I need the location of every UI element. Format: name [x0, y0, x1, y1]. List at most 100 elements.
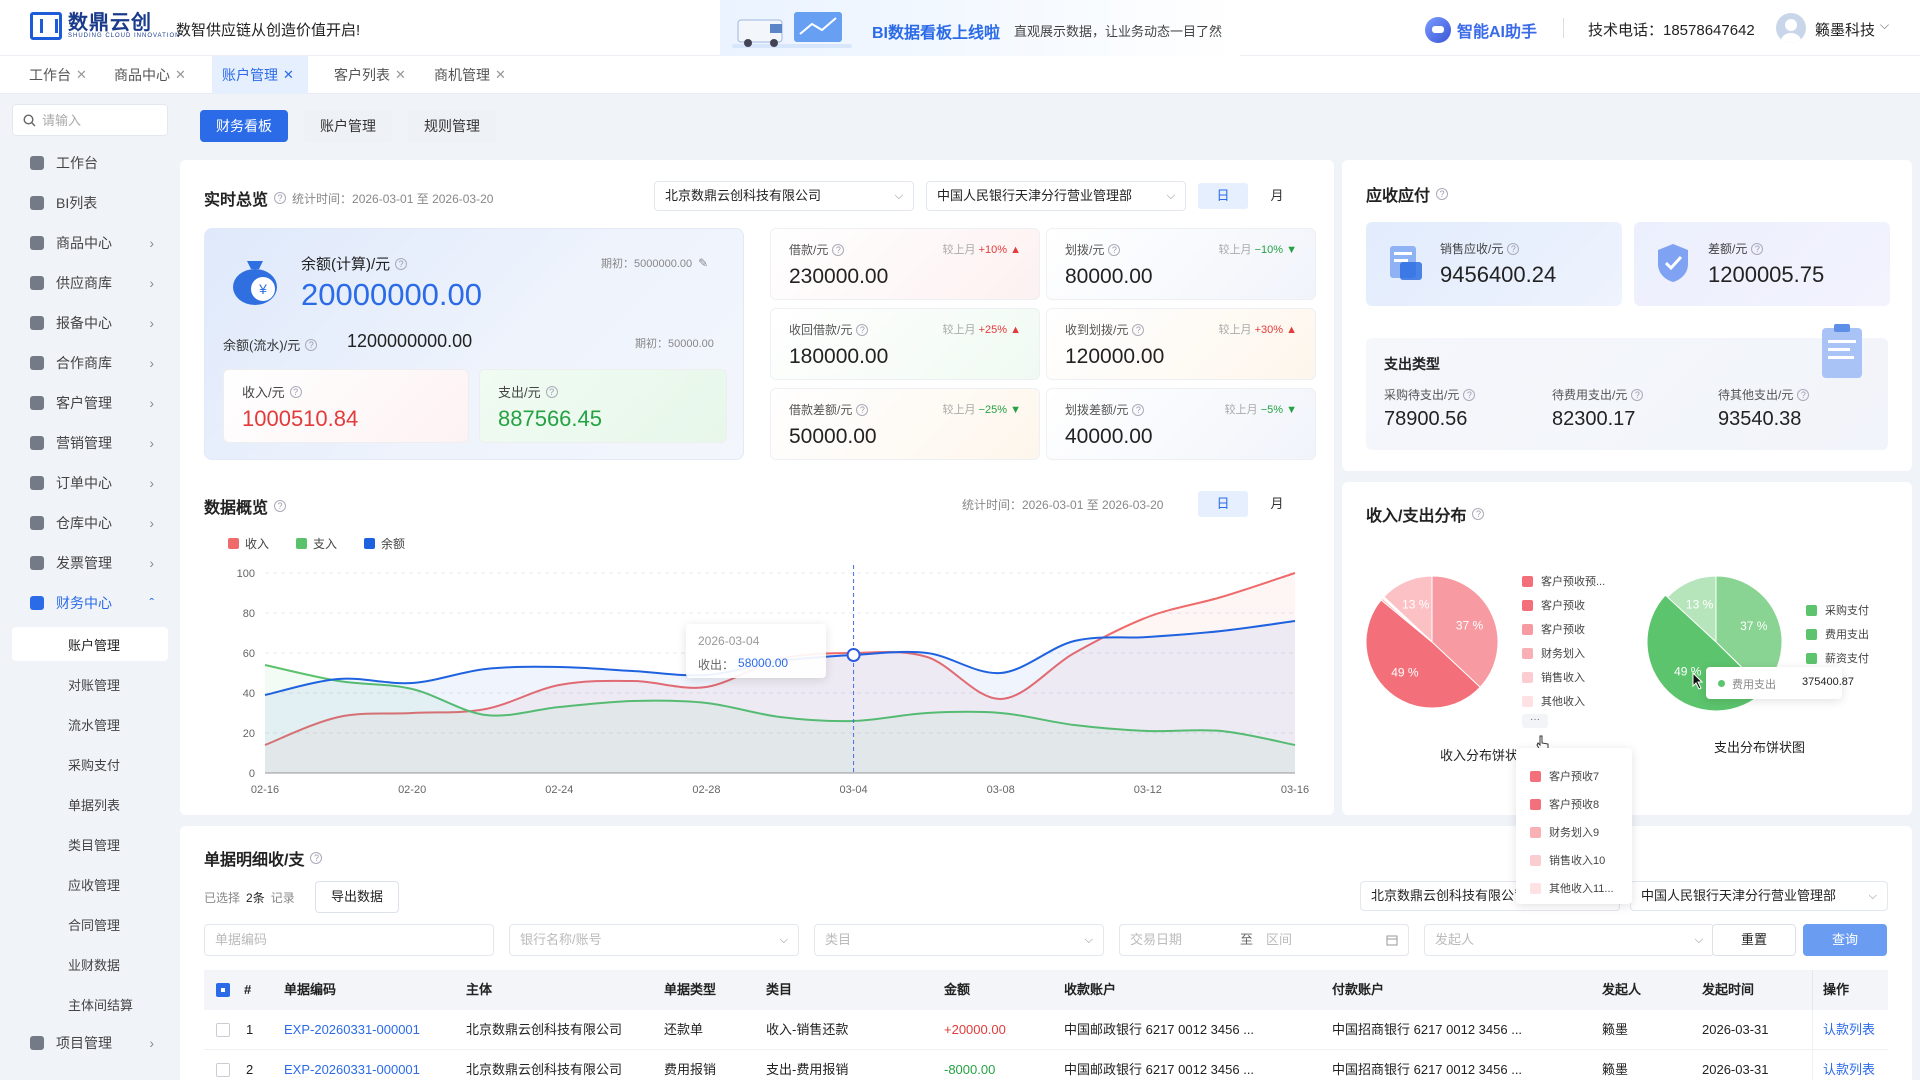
- sidebar-item-customer[interactable]: 客户管理 ›: [12, 386, 168, 420]
- logo[interactable]: 数鼎云创 SHUDING CLOUD INNOVATION: [30, 12, 180, 40]
- user-name[interactable]: 籁墨科技: [1815, 19, 1875, 40]
- search-input[interactable]: [42, 112, 152, 128]
- sidebar-item-warehouse[interactable]: 仓库中心 ›: [12, 506, 168, 540]
- income-legend-item[interactable]: 客户预收: [1522, 597, 1585, 613]
- ai-assistant-button[interactable]: 智能AI助手: [1425, 17, 1537, 43]
- help-icon[interactable]: ?: [832, 243, 845, 256]
- help-icon[interactable]: ?: [305, 338, 318, 351]
- initiator-select[interactable]: 发起人 ⌵: [1424, 924, 1714, 956]
- tab-opportunity[interactable]: 商机管理 ✕: [424, 56, 516, 94]
- sidebar-item-supplier[interactable]: 供应商库 ›: [12, 266, 168, 300]
- row-action-link[interactable]: 认款列表: [1812, 1010, 1875, 1050]
- close-icon[interactable]: ✕: [76, 56, 87, 94]
- sidebar-item-project[interactable]: 项目管理 ›: [12, 1026, 168, 1060]
- bi-banner[interactable]: BI数据看板上线啦 直观展示数据，让业务动态一目了然: [720, 0, 1240, 56]
- sidebar-subitem-receivable[interactable]: 应收管理: [12, 867, 168, 901]
- help-icon[interactable]: ?: [395, 257, 408, 270]
- help-icon[interactable]: ?: [1472, 508, 1485, 520]
- help-icon[interactable]: ?: [1108, 243, 1121, 256]
- legend-item-income[interactable]: 收入: [228, 535, 269, 552]
- tab-rules[interactable]: 规则管理: [408, 110, 496, 142]
- sidebar-item-invoice[interactable]: 发票管理 ›: [12, 546, 168, 580]
- income-legend-item[interactable]: 销售收入: [1522, 669, 1585, 685]
- expense-legend-item[interactable]: 费用支出: [1806, 626, 1869, 642]
- popup-legend-item[interactable]: 客户预收7: [1530, 768, 1599, 784]
- chart-month-button[interactable]: 月: [1252, 491, 1302, 517]
- bank-select[interactable]: 中国人民银行天津分行营业管理部 ⌵: [926, 181, 1186, 211]
- chart-day-button[interactable]: 日: [1198, 491, 1248, 517]
- sidebar-subitem-flow[interactable]: 流水管理: [12, 707, 168, 741]
- popup-legend-item[interactable]: 其他收入11...: [1530, 880, 1614, 896]
- help-icon[interactable]: ?: [1751, 242, 1764, 255]
- sidebar-search[interactable]: [12, 104, 168, 136]
- help-icon[interactable]: ?: [856, 403, 869, 416]
- table-row[interactable]: 1 EXP-20260331-000001 北京数鼎云创科技有限公司 还款单 收…: [204, 1010, 1888, 1050]
- legend-item-balance[interactable]: 余额: [364, 535, 405, 552]
- income-legend-item[interactable]: 财务划入: [1522, 645, 1585, 661]
- help-icon[interactable]: ?: [310, 852, 323, 864]
- help-icon[interactable]: ?: [1631, 388, 1644, 401]
- sidebar-subitem-biz-finance[interactable]: 业财数据: [12, 947, 168, 981]
- help-icon[interactable]: ?: [274, 500, 287, 512]
- close-icon[interactable]: ✕: [395, 56, 406, 94]
- select-all-checkbox[interactable]: [216, 983, 230, 997]
- tab-product-center[interactable]: 商品中心 ✕: [104, 56, 196, 94]
- help-icon[interactable]: ?: [1463, 388, 1476, 401]
- income-legend-item[interactable]: 客户预收预...: [1522, 573, 1605, 589]
- legend-item-in[interactable]: 支入: [296, 535, 337, 552]
- avatar[interactable]: [1776, 13, 1806, 43]
- sidebar-item-product-center[interactable]: 商品中心 ›: [12, 226, 168, 260]
- income-legend-item[interactable]: 其他收入: [1522, 693, 1585, 709]
- query-button[interactable]: 查询: [1803, 924, 1887, 956]
- period-day-button[interactable]: 日: [1198, 183, 1248, 209]
- close-icon[interactable]: ✕: [495, 56, 506, 94]
- chevron-down-icon[interactable]: ⌵: [1880, 18, 1889, 33]
- doc-code-link[interactable]: EXP-20260331-000001: [284, 1010, 420, 1050]
- help-icon[interactable]: ?: [274, 192, 287, 204]
- help-icon[interactable]: ?: [1132, 323, 1145, 336]
- help-icon[interactable]: ?: [1797, 388, 1810, 401]
- close-icon[interactable]: ✕: [283, 56, 294, 94]
- help-icon[interactable]: ?: [545, 385, 558, 398]
- expense-legend-item[interactable]: 薪资支付: [1806, 650, 1869, 666]
- sidebar-item-report[interactable]: 报备中心 ›: [12, 306, 168, 340]
- edit-icon[interactable]: ✎: [698, 256, 708, 270]
- help-icon[interactable]: ?: [856, 323, 869, 336]
- sidebar-subitem-category[interactable]: 类目管理: [12, 827, 168, 861]
- tab-workbench[interactable]: 工作台 ✕: [19, 56, 97, 94]
- table-row[interactable]: 2 EXP-20260331-000001 北京数鼎云创科技有限公司 费用报销 …: [204, 1050, 1888, 1080]
- tab-finance-board[interactable]: 财务看板: [200, 110, 288, 142]
- popup-legend-item[interactable]: 客户预收8: [1530, 796, 1599, 812]
- close-icon[interactable]: ✕: [175, 56, 186, 94]
- sidebar-subitem-account[interactable]: 账户管理: [12, 627, 168, 661]
- line-chart[interactable]: 0 20 40 60 80 100 02-16 02-20 02-24 02-28 03-04 03-…: [200, 555, 1320, 805]
- row-action-link[interactable]: 认款列表: [1812, 1050, 1875, 1080]
- sidebar-subitem-purchase-pay[interactable]: 采购支付: [12, 747, 168, 781]
- tab-account-management[interactable]: 账户管理 ✕: [212, 56, 308, 94]
- row-checkbox[interactable]: [216, 1063, 230, 1077]
- bank-account-select[interactable]: 银行名称/账号 ⌵: [509, 924, 799, 956]
- popup-legend-item[interactable]: 财务划入9: [1530, 824, 1599, 840]
- sidebar-subitem-contract[interactable]: 合同管理: [12, 907, 168, 941]
- doc-code-link[interactable]: EXP-20260331-000001: [284, 1050, 420, 1080]
- date-range-picker[interactable]: 交易日期 至区间: [1119, 924, 1409, 956]
- legend-more-button[interactable]: ···: [1522, 714, 1548, 728]
- sidebar-subitem-reconcile[interactable]: 对账管理: [12, 667, 168, 701]
- sidebar-item-workbench[interactable]: 工作台: [12, 146, 168, 180]
- period-month-button[interactable]: 月: [1252, 183, 1302, 209]
- sidebar-item-bi-list[interactable]: BI列表: [12, 186, 168, 220]
- sidebar-item-orders[interactable]: 订单中心 ›: [12, 466, 168, 500]
- help-icon[interactable]: ?: [1436, 188, 1449, 200]
- company-select[interactable]: 北京数鼎云创科技有限公司 ⌵: [654, 181, 914, 211]
- row-checkbox[interactable]: [216, 1023, 230, 1037]
- export-button[interactable]: 导出数据: [315, 881, 399, 913]
- help-icon[interactable]: ?: [1507, 242, 1520, 255]
- doc-code-input[interactable]: 单据编码: [204, 924, 494, 956]
- sidebar-item-finance[interactable]: 财务中心 ˆ: [12, 586, 168, 620]
- category-select[interactable]: 类目 ⌵: [814, 924, 1104, 956]
- help-icon[interactable]: ?: [1132, 403, 1145, 416]
- popup-legend-item[interactable]: 销售收入10: [1530, 852, 1605, 868]
- sidebar-subitem-docs[interactable]: 单据列表: [12, 787, 168, 821]
- tab-account[interactable]: 账户管理: [304, 110, 392, 142]
- reset-button[interactable]: 重置: [1712, 924, 1796, 956]
